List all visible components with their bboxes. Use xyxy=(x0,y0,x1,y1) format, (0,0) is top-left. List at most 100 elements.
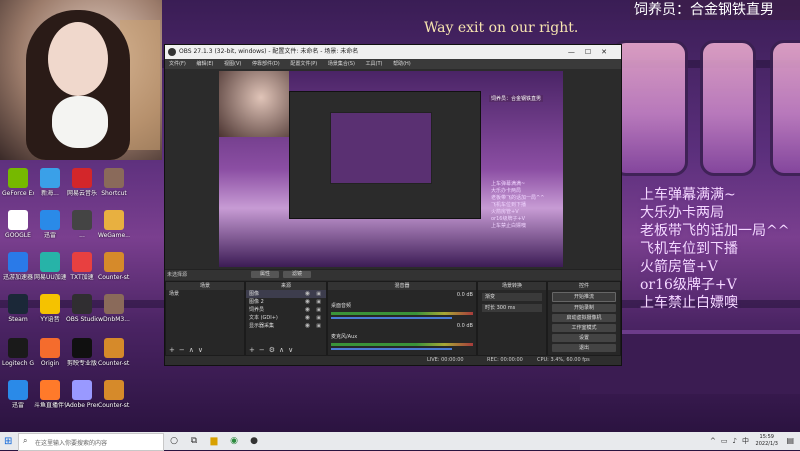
eye-icon[interactable]: ◉ xyxy=(305,314,310,322)
desktop-shortcut[interactable]: Shortcut xyxy=(98,168,130,212)
notification-icon[interactable]: ▤ xyxy=(786,436,794,445)
menu-scene-collection[interactable]: 场景集合(S) xyxy=(328,61,355,67)
settings-button[interactable]: 设置 xyxy=(552,334,616,342)
task-view-icon[interactable]: ⧉ xyxy=(188,435,200,447)
cortana-icon[interactable]: ○ xyxy=(168,435,180,447)
desktop-shortcut[interactable]: 网易UU加速 xyxy=(34,252,66,296)
exit-button[interactable]: 退出 xyxy=(552,344,616,352)
taskbar-clock[interactable]: 15:59 2022/1/3 xyxy=(756,434,778,448)
lock-icon[interactable]: ▣ xyxy=(316,314,321,322)
mixer-channel: 麦克风/Aux 0.0 dB xyxy=(328,321,476,352)
desktop-shortcut[interactable]: WeGame... xyxy=(98,210,130,254)
channel-db: 0.0 dB xyxy=(456,323,473,329)
menu-help[interactable]: 帮助(H) xyxy=(393,61,411,67)
desktop-shortcut[interactable]: Adobe Premie... xyxy=(66,380,98,424)
menu-edit[interactable]: 编辑(E) xyxy=(196,61,213,67)
eye-icon[interactable]: ◉ xyxy=(305,322,310,330)
window-controls[interactable]: —☐✕ xyxy=(568,45,617,59)
obs-window[interactable]: OBS 27.1.3 (32-bit, windows) - 配置文件: 未命名… xyxy=(164,44,622,366)
eye-icon[interactable]: ◉ xyxy=(305,298,310,306)
desktop-shortcut[interactable]: 斗鱼直播伴侣 xyxy=(34,380,66,424)
obs-taskbar-icon[interactable]: ● xyxy=(248,435,260,447)
desktop-shortcut[interactable]: OBS Studio xyxy=(66,294,98,338)
chrome-icon[interactable]: ◉ xyxy=(228,435,240,447)
desktop-shortcut[interactable]: TXT加速 xyxy=(66,252,98,296)
filters-button[interactable]: 滤镜 xyxy=(283,271,311,278)
menu-file[interactable]: 文件(F) xyxy=(169,61,186,67)
start-recording-button[interactable]: 开始录制 xyxy=(552,304,616,312)
menu-profile[interactable]: 配置文件(P) xyxy=(290,61,317,67)
desktop-shortcut[interactable]: 剪映专业版 xyxy=(66,338,98,382)
desktop-shortcut[interactable]: GOOGLE xyxy=(2,210,34,254)
desktop-shortcut[interactable]: Logitech G HUB xyxy=(2,338,34,382)
menu-docks[interactable]: 停靠部件(D) xyxy=(252,61,280,67)
desktop-shortcut[interactable]: 迅游加速器 xyxy=(2,252,34,296)
source-item[interactable]: 显示器采集 ◉ ▣ xyxy=(246,322,326,330)
desktop-shortcut[interactable]: 新海... xyxy=(34,168,66,212)
scene-tools[interactable]: +−∧∨ xyxy=(169,346,207,354)
menu-view[interactable]: 视图(V) xyxy=(224,61,241,67)
desktop-shortcut[interactable]: ... xyxy=(66,210,98,254)
search-placeholder: 在这里输入你要搜索的内容 xyxy=(35,440,108,447)
menu-tools[interactable]: 工具(T) xyxy=(366,61,383,67)
shortcut-label: Origin xyxy=(40,360,60,367)
volume-fader[interactable] xyxy=(331,317,452,319)
start-streaming-button[interactable]: 开始推流 xyxy=(552,292,616,302)
preview-title-badge: 饲养员：合金钢铁直男 xyxy=(489,95,544,102)
lock-icon[interactable]: ▣ xyxy=(316,290,321,298)
eye-icon[interactable]: ◉ xyxy=(305,306,310,314)
shortcut-label: Logitech G HUB xyxy=(2,360,34,367)
eye-icon[interactable]: ◉ xyxy=(305,290,310,298)
system-tray[interactable]: ^▭♪中 xyxy=(710,436,754,446)
obs-preview[interactable]: 饲养员：合金钢铁直男 上车弹幕满满~ 大乐办卡两局 老板带飞的话加一局^^ 飞机… xyxy=(219,71,563,267)
transition-type-select[interactable]: 渐变 xyxy=(482,293,542,301)
windows-start-icon[interactable]: ⊞ xyxy=(4,436,15,447)
clock-date: 2022/1/3 xyxy=(755,441,778,447)
preview-rule-line: or16级牌子+V xyxy=(491,216,526,222)
app-icon xyxy=(40,168,60,188)
scene-item[interactable]: 场景 xyxy=(166,290,244,298)
app-icon xyxy=(72,294,92,314)
shortcut-label: GOOGLE xyxy=(5,232,31,239)
desktop-shortcut[interactable]: 迅雷 xyxy=(34,210,66,254)
desktop-shortcut[interactable]: Counter-st... Global Of... xyxy=(98,252,130,296)
desktop-shortcut[interactable]: 网易云音乐 xyxy=(66,168,98,212)
source-item[interactable]: 饲养员 ◉ ▣ xyxy=(246,306,326,314)
desktop-shortcut[interactable]: Counter-st... Global Of... xyxy=(98,338,130,382)
shortcut-label: Steam xyxy=(8,316,28,323)
preview-rule-line: 大乐办卡两局 xyxy=(491,188,522,194)
lock-icon[interactable]: ▣ xyxy=(316,298,321,306)
obs-titlebar[interactable]: OBS 27.1.3 (32-bit, windows) - 配置文件: 未命名… xyxy=(165,45,621,59)
source-item[interactable]: 图像 2 ◉ ▣ xyxy=(246,298,326,306)
desktop-shortcut[interactable]: Origin xyxy=(34,338,66,382)
app-icon xyxy=(40,252,60,272)
rule-line: 飞机车位到下播 xyxy=(640,241,738,257)
source-tools[interactable]: +−⚙∧∨ xyxy=(249,346,297,354)
desktop-shortcut[interactable]: Counter-st... Global Of... xyxy=(98,380,130,424)
lock-icon[interactable]: ▣ xyxy=(316,322,321,330)
desktop-shortcut[interactable]: 迅雷 xyxy=(2,380,34,424)
studio-mode-button[interactable]: 工作室模式 xyxy=(552,324,616,332)
lock-icon[interactable]: ▣ xyxy=(316,306,321,314)
volume-fader[interactable] xyxy=(331,348,452,350)
app-icon xyxy=(104,210,124,230)
desktop-shortcut[interactable]: YY语音 xyxy=(34,294,66,338)
transition-duration-field[interactable]: 时长 300 ms xyxy=(482,304,542,312)
preview-rule-line: 上车禁止白嫖噢 xyxy=(491,223,527,229)
desktop-shortcut[interactable]: wDnbM3... xyxy=(98,294,130,338)
source-item[interactable]: 文本 (GDI+) ◉ ▣ xyxy=(246,314,326,322)
taskbar-search-box[interactable]: ⌕ 在这里输入你要搜索的内容 xyxy=(18,433,164,451)
desktop-shortcut[interactable]: GeForce Experience xyxy=(2,168,34,212)
transitions-header: 场景转换 xyxy=(478,282,546,290)
app-icon xyxy=(8,210,28,230)
shortcut-label: ... xyxy=(79,232,85,239)
app-icon xyxy=(8,252,28,272)
properties-button[interactable]: 属性 xyxy=(251,271,279,278)
app-icon xyxy=(8,294,28,314)
start-virtual-camera-button[interactable]: 启动虚拟摄像机 xyxy=(552,314,616,322)
source-item[interactable]: 图像 ◉ ▣ xyxy=(246,290,326,298)
desktop-shortcut[interactable]: Steam xyxy=(2,294,34,338)
obs-window-title: OBS 27.1.3 (32-bit, windows) - 配置文件: 未命名… xyxy=(179,48,359,55)
cam-plush-toy xyxy=(52,96,108,148)
file-explorer-icon[interactable]: ▆ xyxy=(208,435,220,447)
